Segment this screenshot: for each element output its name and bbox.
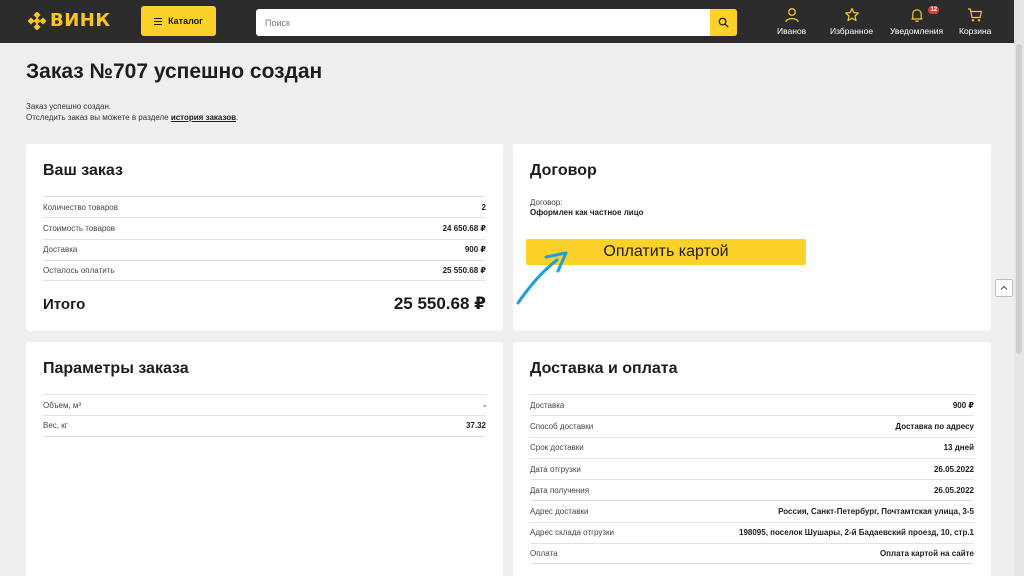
row-value: Доставка по адресу [895, 421, 974, 431]
order-summary-rows: Количество товаров 2 Стоимость товаров 24 … [43, 196, 486, 282]
nav-cart-label: Корзина [959, 26, 992, 36]
table-row: Адрес доставки Россия, Санкт-Петербург, П… [530, 500, 974, 521]
chevron-up-icon [1000, 285, 1008, 290]
row-label: Оплата [530, 549, 558, 559]
row-value: 24 650.68 ₽ [442, 223, 486, 233]
contract-label: Договор: [530, 198, 563, 207]
row-value: 26.05.2022 [933, 485, 974, 495]
notice-line-1: Заказ успешно создан. [26, 102, 112, 111]
row-label: Вес, кг [43, 421, 68, 431]
order-params-rows: Объем, м³ - Вес, кг 37.32 [43, 394, 486, 437]
row-value: Оплата картой на сайте [879, 549, 974, 559]
search-button[interactable] [710, 9, 737, 36]
search-icon [718, 17, 729, 28]
user-icon [784, 8, 799, 23]
contract-card-title: Договор [530, 162, 597, 179]
row-label: Стоимость товаров [43, 223, 116, 233]
table-row: Дата получения 26.05.2022 [530, 479, 974, 500]
logo-icon [28, 11, 46, 30]
search-input[interactable] [256, 9, 709, 36]
row-label: Адрес склада отгрузки [530, 528, 615, 538]
scrollbar-thumb[interactable] [1016, 44, 1022, 354]
bell-icon [910, 9, 923, 22]
nav-notifications[interactable]: 12 Уведомления [890, 6, 944, 36]
row-label: Дата отгрузки [530, 464, 581, 474]
row-value: Россия, Санкт-Петербург, Почтамтская ули… [778, 507, 974, 517]
order-notice: Заказ успешно создан. Отследить заказ вы… [26, 101, 238, 123]
order-params-card: Параметры заказа Объем, м³ - Вес, кг 37.32 [26, 342, 503, 576]
row-label: Адрес доставки [530, 507, 589, 517]
table-row: Доставка 900 ₽ [43, 238, 486, 260]
row-label: Дата получения [530, 485, 590, 495]
delivery-payment-card: Доставка и оплата Доставка 900 ₽ Способ д… [513, 342, 991, 576]
delivery-card-title: Доставка и оплата [530, 360, 678, 377]
delivery-rows: Доставка 900 ₽ Способ доставки Доставка по… [530, 394, 974, 565]
cart-icon [968, 8, 983, 22]
notice-line-2: Отследить заказ вы можете в разделе исто… [26, 112, 238, 123]
top-header: ВИНК Каталог Иванов Избранное 12 [0, 0, 1024, 43]
order-summary-card: Ваш заказ Количество товаров 2 Стоимость … [26, 144, 503, 331]
nav-profile-label: Иванов [777, 26, 807, 36]
logo[interactable]: ВИНК [28, 10, 111, 31]
table-row: Адрес склада отгрузки 198095, поселок Шуш… [530, 521, 974, 543]
table-row: Количество товаров 2 [43, 196, 486, 217]
table-row: Доставка 900 ₽ [530, 394, 974, 415]
row-value: 900 ₽ [952, 400, 974, 410]
row-label: Количество товаров [43, 202, 118, 212]
table-row: Способ доставки Доставка по адресу [530, 415, 974, 436]
nav-cart[interactable]: Корзина [959, 7, 991, 36]
row-value: 198095, поселок Шушары, 2-й Бадаевский п… [739, 528, 974, 538]
notice-suffix: . [236, 113, 239, 122]
nav-notifications-label: Уведомления [890, 26, 944, 36]
row-value: 13 дней [943, 443, 974, 453]
row-value: 37.32 [465, 421, 486, 431]
notice-line-2-text: Отследить заказ вы можете в разделе [26, 113, 169, 122]
order-total: Итого 25 550.68 ₽ [43, 294, 486, 314]
row-value: - [483, 400, 486, 410]
table-row: Стоимость товаров 24 650.68 ₽ [43, 217, 486, 238]
table-row: Оплата Оплата картой на сайте [530, 543, 974, 565]
row-value: 26.05.2022 [933, 464, 974, 474]
table-row: Объем, м³ - [43, 394, 486, 415]
table-row: Срок доставки 13 дней [530, 436, 974, 458]
params-card-title: Параметры заказа [43, 360, 189, 377]
contract-card: Договор Договор: Оформлен как частное ли… [513, 144, 991, 331]
total-label: Итого [43, 295, 86, 313]
total-value: 25 550.68 ₽ [393, 294, 486, 313]
table-row: Осталось оплатить 25 550.68 ₽ [43, 259, 486, 282]
order-history-link[interactable]: история заказов [171, 113, 236, 122]
row-value: 25 550.68 ₽ [442, 266, 486, 276]
row-label: Доставка [43, 245, 78, 255]
order-card-title: Ваш заказ [43, 162, 123, 179]
nav-favorites-label: Избранное [830, 26, 874, 36]
page-title: Заказ №707 успешно создан [26, 60, 323, 83]
logo-text: ВИНК [50, 10, 111, 31]
catalog-button-label: Каталог [168, 16, 203, 26]
nav-favorites[interactable]: Избранное [830, 7, 873, 36]
row-label: Объем, м³ [43, 400, 82, 410]
contract-value: Оформлен как частное лицо [530, 208, 644, 217]
star-icon [844, 7, 859, 22]
row-value: 900 ₽ [464, 245, 486, 255]
menu-icon [154, 17, 163, 25]
table-row: Вес, кг 37.32 [43, 415, 486, 437]
row-label: Способ доставки [530, 421, 594, 431]
notifications-badge: 12 [928, 6, 940, 14]
scroll-to-top-button[interactable] [995, 279, 1013, 297]
arrow-pointer-icon [516, 251, 568, 305]
row-value: 2 [481, 202, 486, 212]
nav-profile[interactable]: Иванов [777, 7, 806, 36]
catalog-button[interactable]: Каталог [141, 6, 216, 36]
row-label: Срок доставки [530, 443, 584, 453]
row-label: Доставка [530, 400, 565, 410]
row-label: Осталось оплатить [43, 266, 115, 276]
table-row: Дата отгрузки 26.05.2022 [530, 457, 974, 479]
search-bar [256, 9, 737, 36]
